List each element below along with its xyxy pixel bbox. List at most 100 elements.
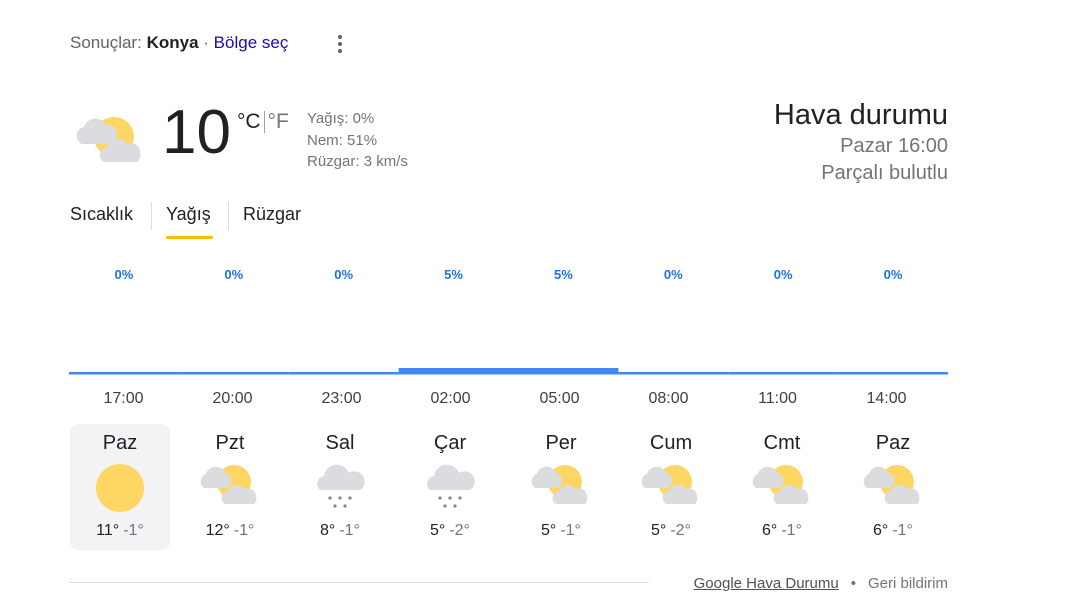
high-temp: 12° [205, 522, 230, 539]
low-temp: -1° [339, 522, 360, 539]
high-temp: 8° [320, 522, 336, 539]
precip-value-label: 0% [115, 267, 134, 282]
forecast-day-5[interactable]: Cum 5° -2° [621, 424, 721, 550]
forecast-day-0[interactable]: Paz 11° -1° [70, 424, 170, 550]
high-temp: 6° [762, 522, 778, 539]
tab-wind[interactable]: Rüzgar [243, 204, 301, 225]
precip-value-label: 5% [554, 267, 573, 282]
high-temp: 6° [873, 522, 889, 539]
partly-cloudy-icon [529, 462, 593, 513]
precip-bar [178, 372, 289, 375]
day-temps: 6° -1° [843, 522, 943, 540]
forecast-day-2[interactable]: Sal 8° -1° [290, 424, 390, 550]
precip-value-label: 5% [444, 267, 463, 282]
low-temp: -2° [670, 522, 691, 539]
partly-cloudy-icon [639, 462, 703, 513]
precip-bar [838, 372, 948, 375]
celsius-unit[interactable]: °C [237, 110, 261, 133]
high-temp: 5° [541, 522, 557, 539]
precip-bar [288, 372, 399, 375]
snow-icon [312, 462, 368, 519]
hour-label: 11:00 [758, 390, 797, 407]
low-temp: -1° [892, 522, 913, 539]
day-name: Paz [102, 432, 138, 454]
more-options-icon[interactable] [330, 32, 350, 56]
high-temp: 5° [430, 522, 446, 539]
precip-value-label: 0% [224, 267, 243, 282]
precip-bar [508, 368, 619, 375]
precip-bar [728, 372, 839, 375]
hour-label: 02:00 [430, 390, 471, 407]
choose-region-link[interactable]: Bölge seç [214, 33, 289, 52]
weather-details: Yağış: 0% Nem: 51% Rüzgar: 3 km/s [307, 108, 408, 173]
footer-dot: • [850, 575, 856, 592]
partly-cloudy-icon [70, 110, 150, 173]
day-name: Çar [433, 432, 467, 454]
day-temps: 5° -2° [621, 522, 721, 540]
high-temp: 11° [96, 522, 120, 539]
precipitation-text: Yağış: 0% [307, 110, 375, 127]
forecast-day-1[interactable]: Pzt 12° -1° [180, 424, 280, 550]
forecast-day-3[interactable]: Çar 5° -2° [400, 424, 500, 550]
forecast-day-6[interactable]: Cmt 6° -1° [732, 424, 832, 550]
low-temp: -1° [123, 522, 144, 539]
results-header: Sonuçlar: Konya · Bölge seç [70, 33, 288, 53]
low-temp: -1° [560, 522, 581, 539]
day-temps: 11° -1° [70, 522, 170, 540]
day-temps: 6° -1° [732, 522, 832, 540]
separator: · [203, 33, 209, 52]
precip-bar [398, 368, 509, 375]
forecast-day-4[interactable]: Per 5° -1° [511, 424, 611, 550]
low-temp: -1° [781, 522, 802, 539]
source-link[interactable]: Google Hava Durumu [694, 575, 839, 592]
footer: Google Hava Durumu • Geri bildirim [694, 575, 948, 592]
day-name: Pzt [215, 432, 245, 454]
current-temperature: 10 [162, 98, 231, 167]
tab-temperature[interactable]: Sıcaklık [70, 204, 133, 225]
precip-value-label: 0% [334, 267, 353, 282]
hour-label: 20:00 [212, 390, 253, 407]
partly-cloudy-icon [750, 462, 814, 513]
day-temps: 8° -1° [290, 522, 390, 540]
tab-precipitation[interactable]: Yağış [166, 204, 211, 225]
high-temp: 5° [651, 522, 667, 539]
hour-label: 17:00 [103, 390, 144, 407]
sunny-icon [92, 462, 148, 519]
low-temp: -2° [449, 522, 470, 539]
hour-label: 08:00 [648, 390, 689, 407]
fahrenheit-unit[interactable]: °F [268, 110, 289, 133]
feedback-link[interactable]: Geri bildirim [868, 575, 948, 592]
day-temps: 12° -1° [180, 522, 280, 540]
weather-summary: Hava durumu Pazar 16:00 Parçalı bulutlu [774, 97, 948, 187]
day-temps: 5° -2° [400, 522, 500, 540]
day-name: Paz [875, 432, 911, 454]
precip-bar [618, 372, 729, 375]
footer-divider [69, 582, 649, 583]
day-temps: 5° -1° [511, 522, 611, 540]
day-name: Sal [325, 432, 355, 454]
hour-label: 23:00 [321, 390, 362, 407]
precip-value-label: 0% [774, 267, 793, 282]
unit-switch: °C °F [237, 110, 289, 134]
partly-cloudy-icon [198, 462, 262, 513]
day-name: Per [545, 432, 577, 454]
hour-label: 14:00 [866, 390, 907, 407]
day-name: Cmt [763, 432, 801, 454]
humidity-text: Nem: 51% [307, 131, 378, 149]
precip-value-label: 0% [884, 267, 903, 282]
low-temp: -1° [233, 522, 255, 539]
weather-title: Hava durumu [773, 99, 948, 131]
day-name: Cum [649, 432, 693, 454]
snow-icon [422, 462, 478, 519]
results-label: Sonuçlar: [70, 33, 142, 52]
active-tab-indicator [166, 236, 213, 239]
weather-condition: Parçalı bulutlu [821, 162, 948, 184]
location-name: Konya [146, 33, 199, 52]
precipitation-chart: 0% 0% 0% 5% 5% 0% 0% 0% [69, 267, 948, 375]
hours-row: 17:00 20:00 23:00 02:00 05:00 08:00 11:0… [69, 390, 948, 410]
hour-label: 05:00 [539, 390, 580, 407]
wind-text: Rüzgar: 3 km/s [307, 153, 408, 170]
partly-cloudy-icon [861, 462, 925, 513]
precip-bar [69, 372, 179, 375]
forecast-day-7[interactable]: Paz 6° -1° [843, 424, 943, 550]
